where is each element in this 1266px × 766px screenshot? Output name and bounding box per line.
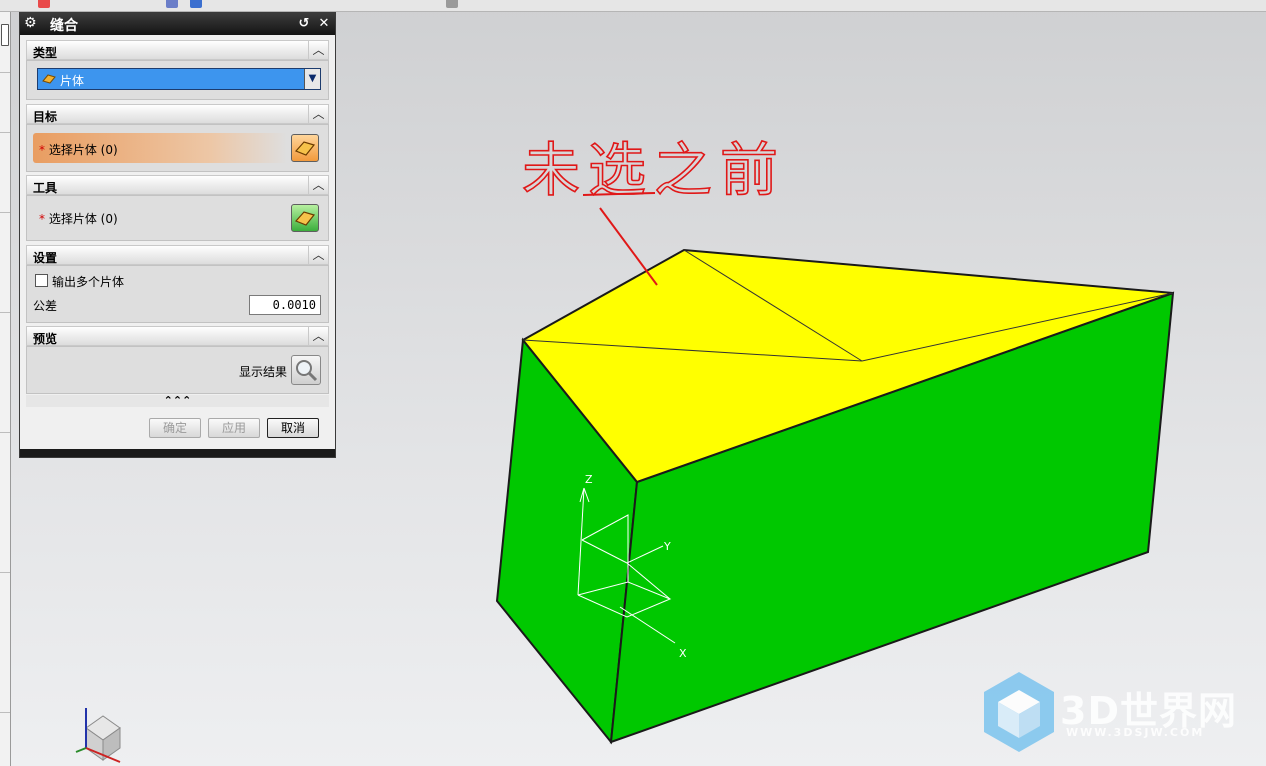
target-select-row[interactable]: * 选择片体 (0) — [33, 133, 287, 163]
toolbar-icon-red[interactable] — [38, 0, 50, 8]
section-preview-label: 预览 — [33, 332, 58, 346]
resource-tab[interactable] — [1, 24, 9, 46]
view-triad-icon — [75, 708, 121, 763]
section-tool-label: 工具 — [33, 181, 58, 195]
section-settings-header[interactable]: 设置 ︿ — [26, 245, 329, 265]
scene-axis-y: Y — [663, 540, 671, 553]
section-settings-label: 设置 — [33, 251, 58, 265]
dialog-titlebar[interactable]: ⚙ 缝合 ↺ ✕ — [20, 13, 335, 35]
section-tool-header[interactable]: 工具 ︿ — [26, 175, 329, 195]
apply-button[interactable]: 应用 — [208, 418, 260, 438]
scene-axis-x: X — [679, 647, 687, 660]
main-toolbar — [0, 0, 1266, 12]
type-dropdown[interactable]: 片体 ▼ — [37, 68, 321, 90]
chevron-up-icon[interactable]: ︿ — [308, 176, 328, 194]
output-multiple-sheets-label: 输出多个片体 — [52, 275, 125, 289]
section-tool-body: * 选择片体 (0) — [26, 195, 329, 241]
chevron-down-icon[interactable]: ▼ — [304, 69, 320, 89]
left-resource-strip — [0, 12, 11, 766]
reset-icon[interactable]: ↺ — [296, 16, 312, 32]
tolerance-label: 公差 — [33, 299, 58, 313]
chevron-up-icon[interactable]: ︿ — [308, 327, 328, 345]
tool-select-label: * 选择片体 (0) — [39, 212, 118, 226]
sheet-body-icon — [294, 141, 316, 156]
toolbar-icon-blue-2[interactable] — [190, 0, 202, 8]
toolbar-icon-grey[interactable] — [446, 0, 458, 8]
chevron-up-icon[interactable]: ︿ — [308, 105, 328, 123]
sheet-body-icon — [294, 211, 316, 226]
section-type-header[interactable]: 类型 ︿ — [26, 40, 329, 60]
toolbar-icon-blue[interactable] — [166, 0, 178, 8]
close-icon[interactable]: ✕ — [316, 16, 332, 32]
section-type-label: 类型 — [33, 46, 58, 60]
gear-icon[interactable]: ⚙ — [24, 15, 40, 31]
section-target-label: 目标 — [33, 110, 58, 124]
show-result-label: 显示结果 — [239, 365, 288, 379]
sew-dialog: ⚙ 缝合 ↺ ✕ 类型 ︿ 片体 ▼ 目标 ︿ * 选择片体 (0) 工具 ︿ … — [19, 12, 336, 458]
section-preview-header[interactable]: 预览 ︿ — [26, 326, 329, 346]
annotation-pointer — [599, 207, 658, 286]
scene-axis-z: Z — [585, 473, 593, 486]
dialog-title: 缝合 — [50, 18, 78, 34]
section-target-body: * 选择片体 (0) — [26, 124, 329, 172]
chevron-up-icon[interactable]: ︿ — [308, 246, 328, 264]
type-selected-value: 片体 — [60, 74, 85, 88]
tool-select-row[interactable]: * 选择片体 (0) — [33, 202, 287, 232]
output-multiple-sheets-checkbox[interactable] — [35, 274, 48, 287]
magnifier-icon — [296, 360, 318, 382]
cancel-button[interactable]: 取消 — [267, 418, 319, 438]
show-result-button[interactable] — [291, 355, 321, 385]
watermark-url: WWW.3DSJW.COM — [1066, 726, 1205, 739]
ok-button[interactable]: 确定 — [149, 418, 201, 438]
sheet-body-icon — [42, 74, 56, 84]
target-select-label: * 选择片体 (0) — [39, 143, 118, 157]
more-options-bar[interactable]: ⌃⌃⌃ — [26, 395, 329, 407]
watermark-logo-icon — [984, 672, 1054, 752]
section-target-header[interactable]: 目标 ︿ — [26, 104, 329, 124]
section-type-body: 片体 ▼ — [26, 60, 329, 100]
dialog-bottom-border — [20, 449, 335, 457]
tool-select-sheet-button[interactable] — [291, 204, 319, 232]
target-select-sheet-button[interactable] — [291, 134, 319, 162]
section-settings-body: 输出多个片体 公差 0.0010 — [26, 265, 329, 323]
chevron-up-icon[interactable]: ︿ — [308, 41, 328, 59]
section-preview-body: 显示结果 — [26, 346, 329, 394]
tolerance-input[interactable]: 0.0010 — [249, 295, 321, 315]
